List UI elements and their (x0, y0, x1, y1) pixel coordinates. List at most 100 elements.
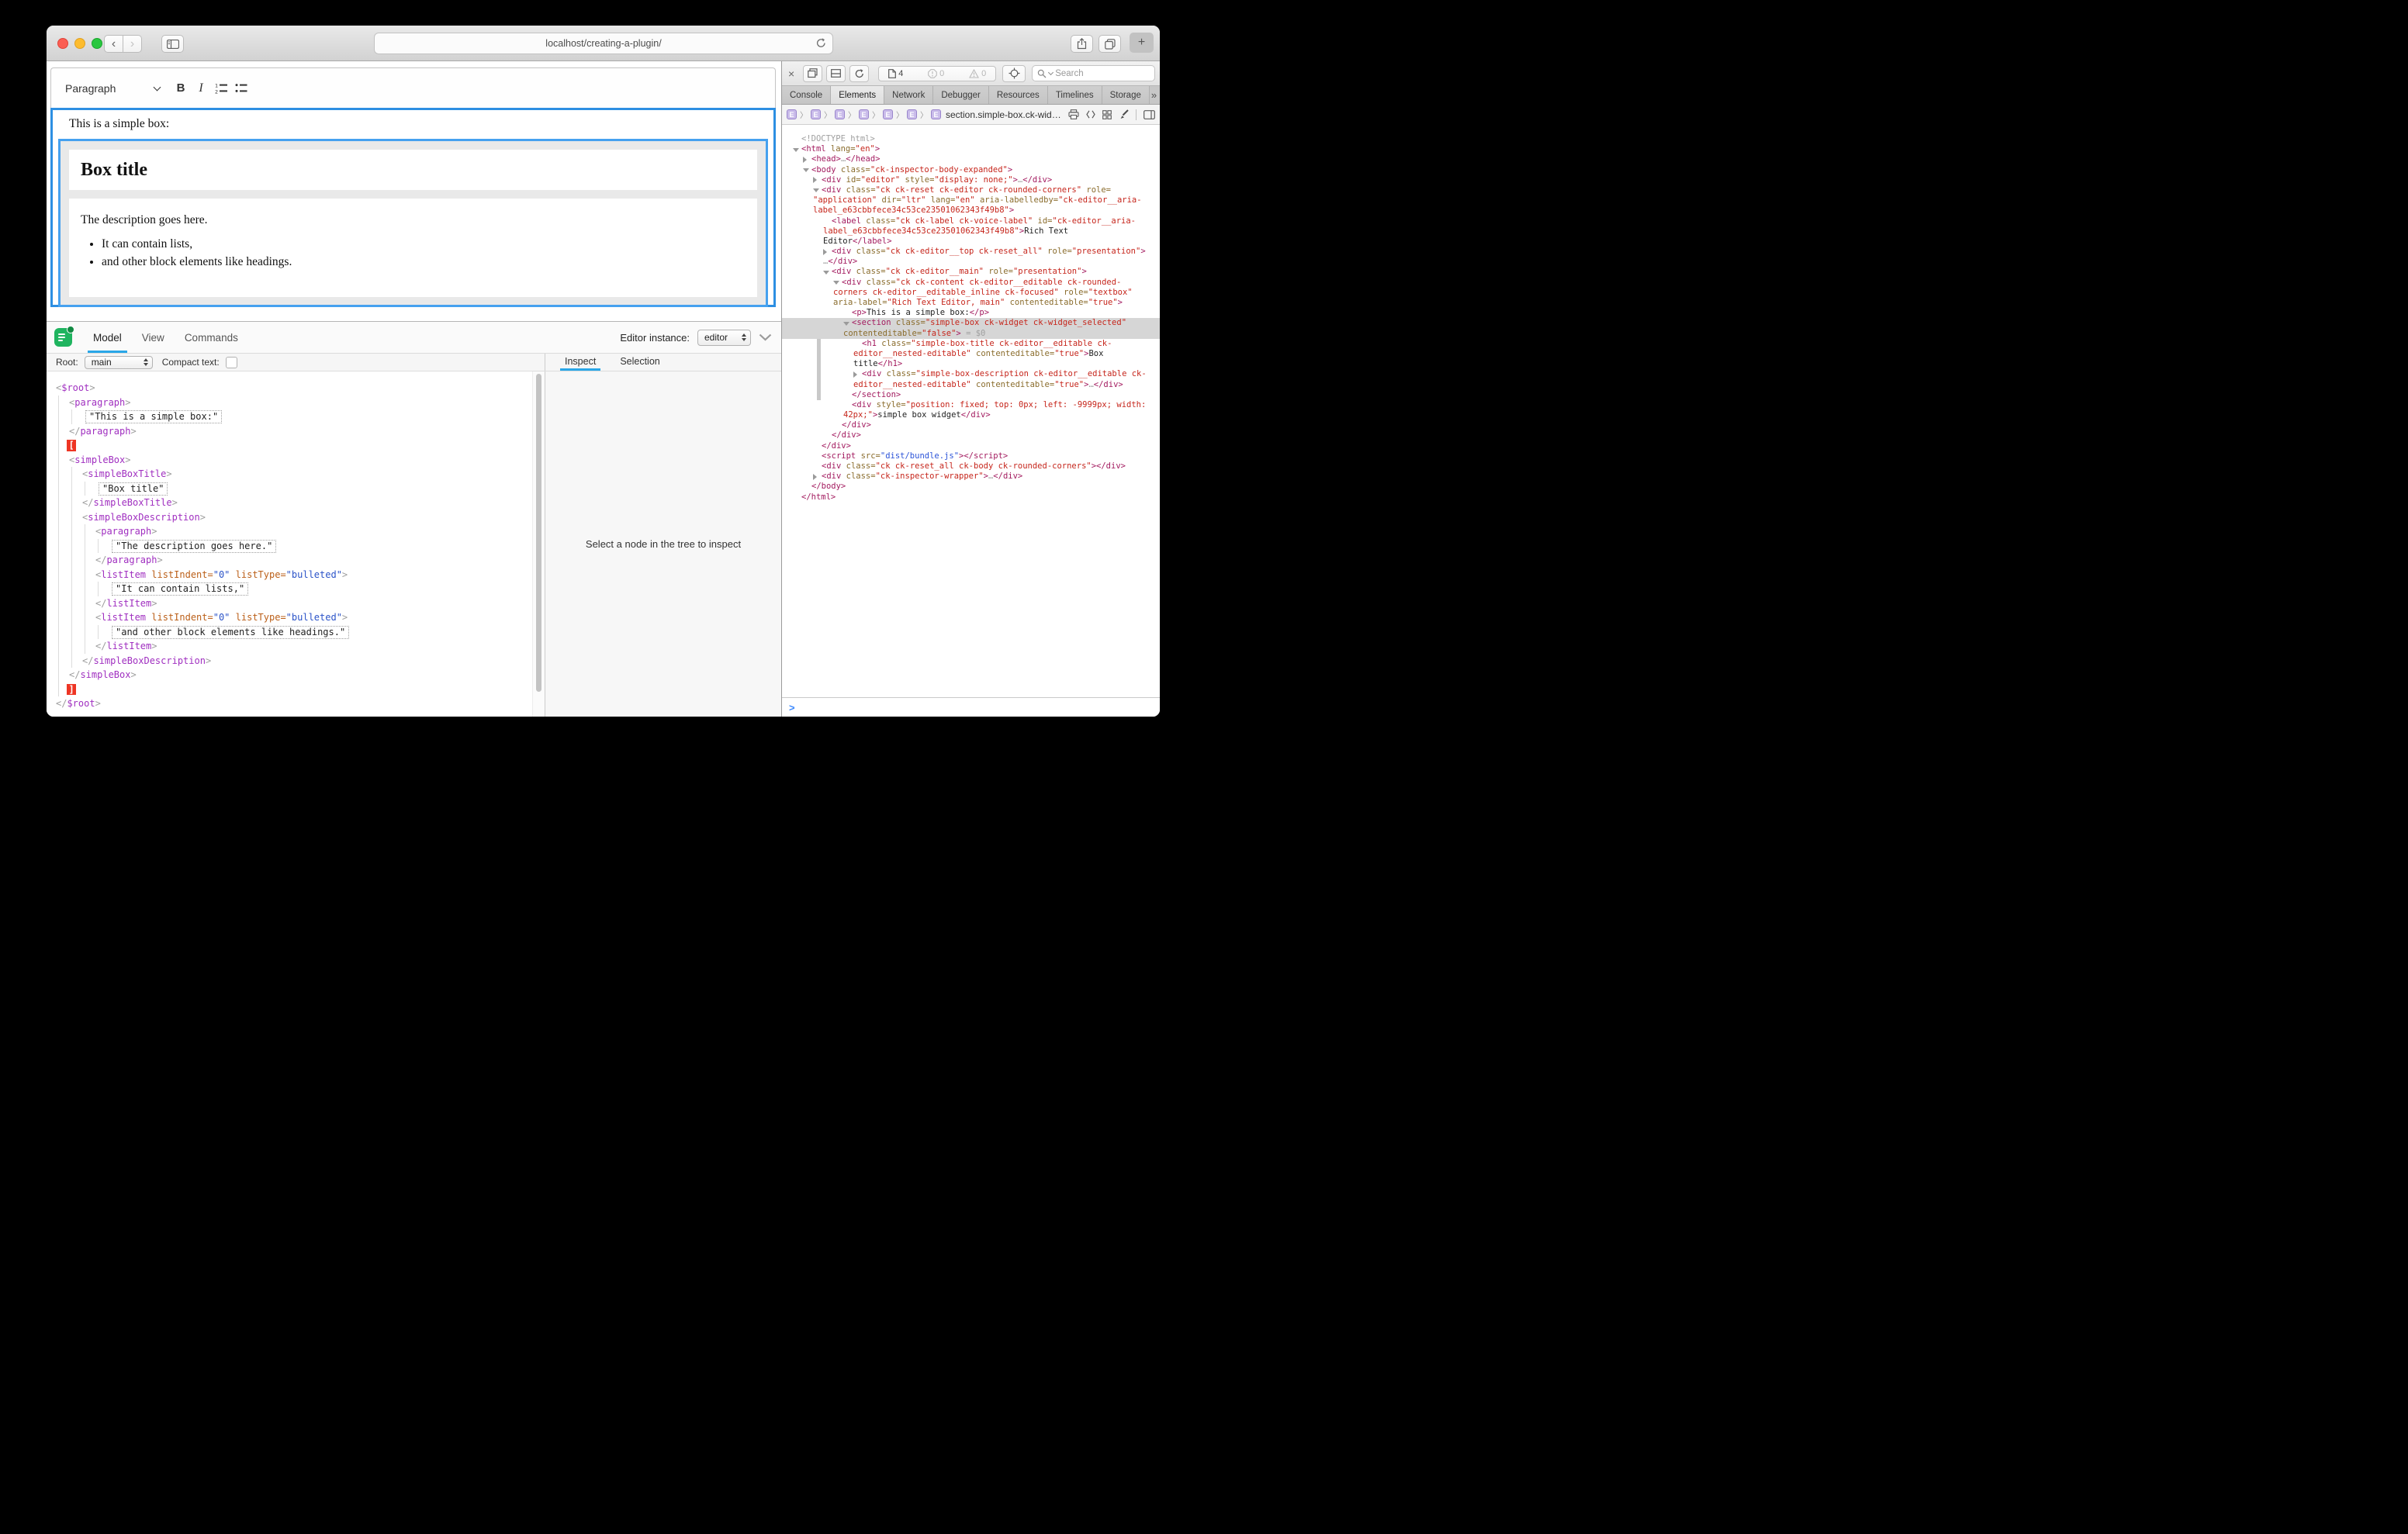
more-tabs-button[interactable]: » (1151, 89, 1157, 101)
disclosure-triangle-icon[interactable] (833, 281, 839, 288)
disclosure-triangle-icon[interactable] (853, 371, 860, 378)
disclosure-triangle-icon[interactable] (823, 249, 830, 255)
tree-scrollbar[interactable] (532, 371, 545, 717)
source-line[interactable]: </section> (782, 390, 1160, 400)
split-console-button[interactable] (826, 65, 846, 82)
forward-button[interactable]: › (123, 35, 142, 53)
side-tab-inspect[interactable]: Inspect (560, 356, 600, 371)
tree-row[interactable]: <simpleBox> (47, 453, 532, 468)
intro-paragraph[interactable]: This is a simple box: (69, 117, 773, 131)
source-line[interactable]: </html> (782, 492, 1160, 503)
source-line[interactable]: 42px;">simple box widget</div> (782, 410, 1160, 420)
source-line[interactable]: aria-label="Rich Text Editor, main" cont… (782, 298, 1160, 308)
disclosure-triangle-icon[interactable] (803, 168, 809, 175)
devtools-tab-console[interactable]: Console (782, 86, 831, 104)
source-line[interactable]: <div class="ck-inspector-wrapper">…</div… (782, 472, 1160, 482)
tree-row[interactable]: ] (47, 682, 532, 697)
compact-text-checkbox[interactable] (226, 357, 237, 368)
tree-row[interactable]: <simpleBoxTitle> (47, 467, 532, 482)
bold-button[interactable]: B (171, 78, 191, 98)
simple-box-description[interactable]: The description goes here. It can contai… (69, 199, 757, 297)
source-line[interactable]: <!DOCTYPE html> (782, 134, 1160, 144)
source-line[interactable]: <div id="editor" style="display: none;">… (782, 175, 1160, 185)
devtools-tab-storage[interactable]: Storage (1102, 86, 1150, 104)
source-line[interactable]: <h1 class="simple-box-title ck-editor__e… (782, 339, 1160, 349)
reload-icon[interactable] (815, 37, 827, 49)
side-tab-selection[interactable]: Selection (615, 356, 664, 371)
disclosure-triangle-icon[interactable] (813, 188, 819, 195)
source-line[interactable]: <section class="simple-box ck-widget ck-… (782, 318, 1160, 328)
source-line[interactable]: label_e63cbbfece34c53ce23501062343f49b8"… (782, 206, 1160, 216)
minimize-window-button[interactable] (74, 38, 85, 49)
breadcrumb-element-badge[interactable]: E (883, 109, 893, 119)
source-line[interactable]: <div class="ck ck-reset ck-editor ck-rou… (782, 185, 1160, 195)
italic-button[interactable]: I (191, 78, 211, 98)
tree-row[interactable]: [ (47, 438, 532, 453)
source-line[interactable]: title</h1> (782, 359, 1160, 369)
tree-row[interactable]: <paragraph> (47, 396, 532, 410)
source-line[interactable]: <head>…</head> (782, 154, 1160, 164)
breadcrumb-element-badge[interactable]: E (907, 109, 917, 119)
back-button[interactable]: ‹ (104, 35, 123, 53)
breadcrumb-element-badge[interactable]: E (931, 109, 941, 119)
source-line[interactable]: corners ck-editor__editable_inline ck-fo… (782, 288, 1160, 298)
source-line[interactable]: <div style="position: fixed; top: 0px; l… (782, 400, 1160, 410)
element-picker-button[interactable] (1002, 65, 1026, 82)
search-input[interactable]: Search (1032, 65, 1155, 81)
simple-box-widget[interactable]: Box title The description goes here. It … (58, 139, 768, 307)
source-line[interactable]: "application" dir="ltr" lang="en" aria-l… (782, 195, 1160, 206)
source-line[interactable]: contenteditable="false"> = $0 (782, 329, 1160, 339)
print-styles-icon[interactable] (1068, 109, 1079, 119)
grid-overlay-icon[interactable] (1102, 110, 1112, 119)
new-tab-button[interactable]: + (1130, 33, 1154, 53)
force-appearance-brush-icon[interactable] (1119, 109, 1129, 119)
breadcrumb-element-badge[interactable]: E (787, 109, 797, 119)
disclosure-triangle-icon[interactable] (813, 474, 820, 480)
source-line[interactable]: <div class="ck ck-editor__top ck-reset_a… (782, 247, 1160, 257)
numbered-list-button[interactable]: 12 (211, 78, 231, 98)
source-line[interactable]: <html lang="en"> (782, 144, 1160, 154)
source-line[interactable]: <div class="ck ck-content ck-editor__edi… (782, 278, 1160, 288)
tab-overview-button[interactable] (1098, 35, 1121, 53)
close-window-button[interactable] (57, 38, 68, 49)
tree-row[interactable]: <listItem listIndent="0" listType="bulle… (47, 568, 532, 582)
editor-instance-select[interactable]: editor (697, 330, 751, 346)
source-line[interactable]: </div> (782, 420, 1160, 430)
scrollbar-thumb[interactable] (536, 374, 541, 692)
tree-row[interactable]: <simpleBoxDescription> (47, 510, 532, 525)
share-button[interactable] (1071, 35, 1093, 53)
disclosure-triangle-icon[interactable] (843, 322, 849, 329)
sidebar-button[interactable] (161, 35, 184, 53)
tree-row[interactable]: "The description goes here." (47, 539, 532, 554)
breadcrumb-element-badge[interactable]: E (859, 109, 869, 119)
devtools-tab-timelines[interactable]: Timelines (1048, 86, 1102, 104)
source-line[interactable]: editor__nested-editable" contenteditable… (782, 349, 1160, 359)
source-line[interactable]: <p>This is a simple box:</p> (782, 308, 1160, 318)
source-line[interactable]: <body class="ck-inspector-body-expanded"… (782, 165, 1160, 175)
devtools-tab-resources[interactable]: Resources (989, 86, 1048, 104)
inspector-tab-commands[interactable]: Commands (175, 322, 248, 353)
devtools-tab-network[interactable]: Network (884, 86, 933, 104)
tree-row[interactable]: "This is a simple box:" (47, 409, 532, 424)
collapse-inspector-icon[interactable] (759, 333, 772, 341)
show-source-icon[interactable] (1086, 110, 1095, 119)
tree-row[interactable]: <$root> (47, 381, 532, 396)
disclosure-triangle-icon[interactable] (823, 271, 829, 278)
dock-side-button[interactable] (803, 65, 822, 82)
tree-row[interactable]: "Box title" (47, 482, 532, 496)
breadcrumb-element-badge[interactable]: E (811, 109, 821, 119)
source-line[interactable]: <div class="ck ck-reset_all ck-body ck-r… (782, 461, 1160, 472)
source-line[interactable]: …</div> (782, 257, 1160, 267)
root-select[interactable]: main (85, 356, 153, 369)
source-line[interactable]: label_e63cbbfece34c53ce23501062343f49b8"… (782, 226, 1160, 237)
tree-row[interactable]: </listItem> (47, 596, 532, 611)
tree-row[interactable]: </paragraph> (47, 424, 532, 439)
reload-page-button[interactable] (849, 65, 869, 82)
tree-row[interactable]: </$root> (47, 696, 532, 711)
source-line[interactable]: Editor</label> (782, 237, 1160, 247)
bulleted-list-button[interactable] (231, 78, 251, 98)
simple-box-title[interactable]: Box title (69, 150, 757, 190)
devtools-tab-elements[interactable]: Elements (831, 86, 884, 104)
resource-status-group[interactable]: 4 0 0 (878, 66, 996, 81)
source-line[interactable]: <label class="ck ck-label ck-voice-label… (782, 216, 1160, 226)
